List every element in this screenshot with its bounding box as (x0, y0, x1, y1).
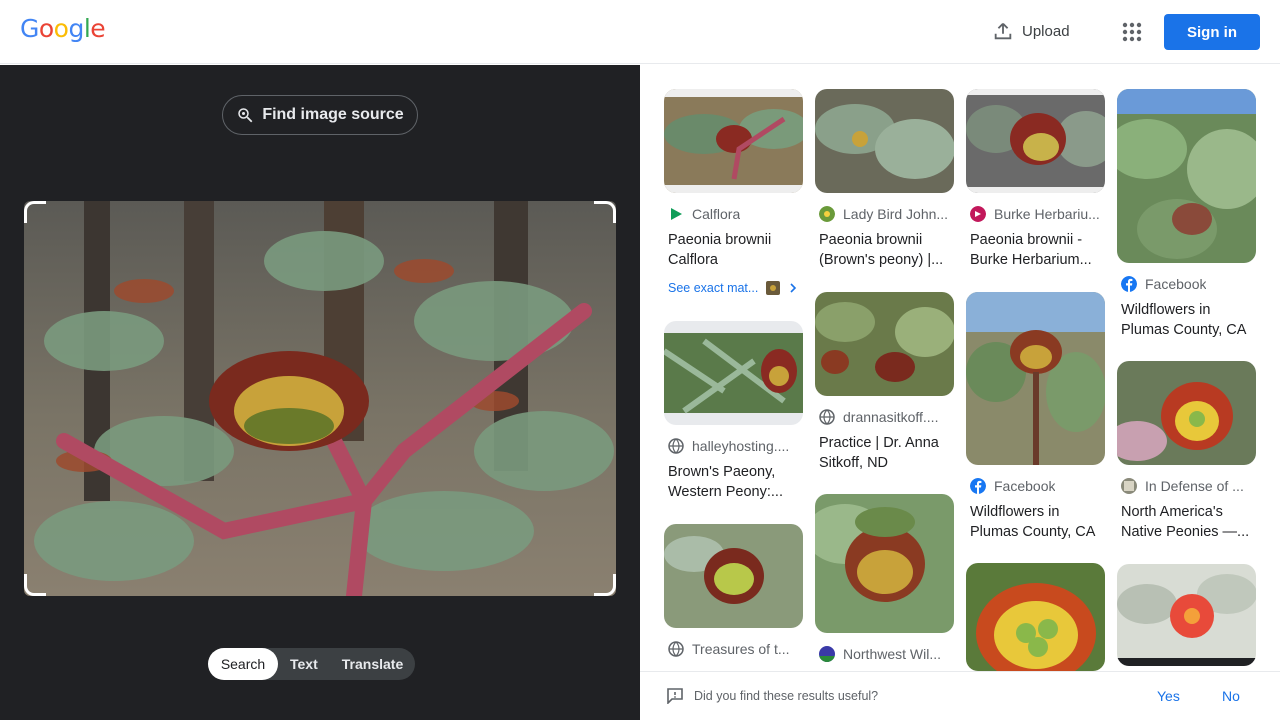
lady-bird-logo-icon (819, 206, 835, 222)
result-thumbnail[interactable] (815, 494, 954, 633)
result-title[interactable]: Paeonia brownii Calflora (668, 230, 803, 270)
google-logo[interactable]: Google (20, 14, 106, 43)
result-title[interactable]: Wildflowers in Plumas County, CA (970, 502, 1105, 542)
result-thumbnail[interactable] (815, 89, 954, 193)
result-thumbnail[interactable] (664, 321, 803, 425)
logo-letter: g (68, 14, 84, 43)
feedback-yes-button[interactable]: Yes (1157, 688, 1180, 704)
result-source-label: Northwest Wil... (843, 646, 942, 662)
find-image-source-button[interactable]: Find image source (222, 95, 418, 135)
facebook-icon (1121, 276, 1137, 292)
result-source[interactable]: Lady Bird John... (819, 206, 954, 222)
feedback-no-button[interactable]: No (1222, 688, 1240, 704)
northwest-logo-icon (819, 646, 835, 662)
query-image[interactable] (24, 201, 616, 596)
result-source-label: Facebook (1145, 276, 1207, 292)
result-thumbnail[interactable] (966, 89, 1105, 193)
logo-letter: e (90, 14, 106, 43)
result-source[interactable]: Calflora (668, 206, 803, 222)
feedback-bar: Did you find these results useful? Yes N… (640, 671, 1280, 720)
visual-matches-panel: Calflora Paeonia brownii Calflora See ex… (640, 65, 1280, 671)
result-source[interactable]: Facebook (1121, 276, 1256, 292)
feedback-icon (667, 688, 683, 704)
find-image-source-label: Find image source (262, 106, 404, 123)
green-play-icon (671, 208, 682, 220)
result-thumbnail[interactable] (966, 563, 1105, 671)
result-source[interactable]: Treasures of t... (668, 641, 803, 657)
top-bar: Google Upload Sign in (0, 0, 1280, 64)
result-source[interactable]: In Defense of ... (1121, 478, 1256, 494)
globe-icon (668, 641, 684, 657)
result-source-label: halleyhosting.... (692, 438, 790, 454)
query-image-panel: Find image source Search Text Translate (0, 65, 640, 720)
result-thumbnail[interactable] (664, 89, 803, 193)
lens-search-icon (238, 108, 253, 123)
facebook-icon (970, 478, 986, 494)
see-exact-matches-label: See exact mat... (668, 281, 759, 295)
result-source-label: In Defense of ... (1145, 478, 1244, 494)
result-source[interactable]: halleyhosting.... (668, 438, 803, 454)
globe-icon (668, 438, 684, 454)
crop-corner-bottom-left[interactable] (24, 574, 46, 596)
result-source-label: Lady Bird John... (843, 206, 949, 222)
logo-letter: o (38, 14, 54, 43)
result-source-label: Burke Herbariu... (994, 206, 1100, 222)
chevron-right-icon (790, 283, 797, 293)
feedback-question: Did you find these results useful? (694, 689, 879, 703)
in-defense-logo-icon (1121, 478, 1137, 494)
result-title[interactable]: North America's Native Peonies —... (1121, 502, 1256, 542)
result-source[interactable]: Facebook (970, 478, 1105, 494)
burke-logo-icon (970, 206, 986, 222)
result-thumbnail[interactable] (966, 292, 1105, 465)
mode-translate-tab[interactable]: Translate (330, 648, 415, 680)
mode-search-tab[interactable]: Search (208, 648, 278, 680)
result-thumbnail[interactable] (1117, 564, 1256, 666)
result-source-label: Treasures of t... (692, 641, 790, 657)
crop-corner-top-right[interactable] (594, 201, 616, 223)
logo-letter: G (20, 14, 39, 43)
result-source[interactable]: drannasitkoff.... (819, 409, 954, 425)
mode-text-tab[interactable]: Text (278, 648, 330, 680)
upload-icon (994, 23, 1012, 40)
apps-grid-icon[interactable] (1120, 20, 1144, 44)
logo-letter: o (53, 14, 69, 43)
result-title[interactable]: Paeonia brownii - Burke Herbarium... (970, 230, 1105, 270)
crop-corner-bottom-right[interactable] (594, 574, 616, 596)
result-source[interactable]: Burke Herbariu... (970, 206, 1105, 222)
result-source[interactable]: Northwest Wil... (819, 646, 954, 662)
result-title[interactable]: Paeonia brownii (Brown's peony) |... (819, 230, 954, 270)
result-thumbnail[interactable] (1117, 89, 1256, 263)
exact-match-thumbnail-icon (766, 281, 781, 295)
result-thumbnail[interactable] (1117, 361, 1256, 465)
result-title[interactable]: Brown's Paeony, Western Peony:... (668, 462, 803, 502)
result-thumbnail[interactable] (815, 292, 954, 396)
result-source-label: drannasitkoff.... (843, 409, 939, 425)
crop-corner-top-left[interactable] (24, 201, 46, 223)
upload-label: Upload (1022, 22, 1070, 40)
result-title[interactable]: Practice | Dr. Anna Sitkoff, ND (819, 433, 954, 473)
result-source-label: Calflora (692, 206, 741, 222)
result-thumbnail[interactable] (664, 524, 803, 628)
sign-in-button[interactable]: Sign in (1164, 14, 1260, 50)
upload-button[interactable]: Upload (992, 20, 1070, 42)
result-title[interactable]: Wildflowers in Plumas County, CA (1121, 300, 1256, 340)
result-source-label: Facebook (994, 478, 1056, 494)
lens-mode-switcher: Search Text Translate (208, 648, 416, 680)
see-exact-matches-link[interactable]: See exact mat... (668, 281, 798, 295)
globe-icon (819, 409, 835, 425)
